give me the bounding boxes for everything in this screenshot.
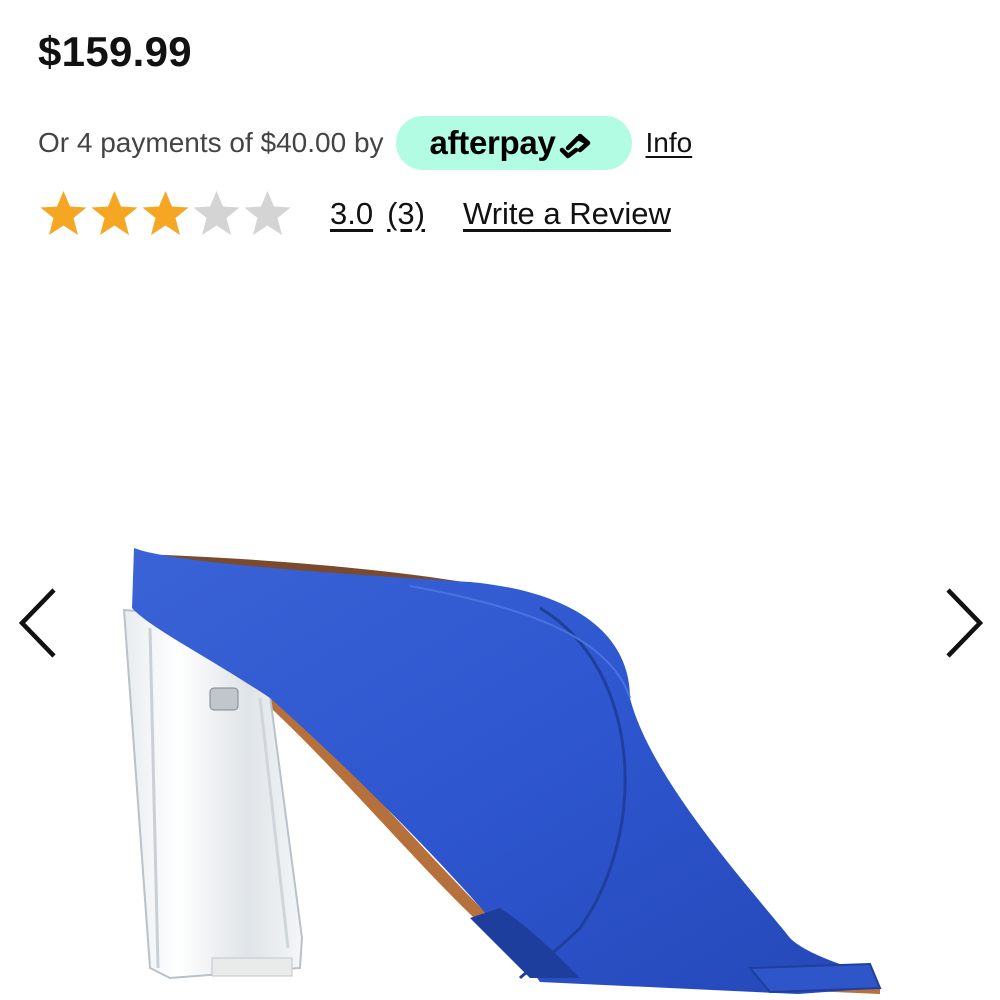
chevron-right-icon [946, 588, 984, 658]
star-filled-icon [140, 189, 191, 239]
star-empty-icon [191, 189, 242, 239]
installment-text: Or 4 payments of $40.00 by [38, 127, 384, 158]
write-review-link[interactable]: Write a Review [463, 196, 671, 232]
afterpay-info-link[interactable]: Info [646, 127, 693, 159]
afterpay-badge[interactable]: afterpay [395, 116, 632, 170]
product-image-carousel [0, 280, 1000, 1000]
rating-value-link[interactable]: 3.0 [330, 196, 373, 232]
afterpay-logo-text: afterpay [429, 124, 556, 161]
afterpay-row: Or 4 payments of $40.00 by afterpay Info [38, 116, 692, 170]
review-count-link[interactable]: (3) [387, 196, 425, 232]
star-rating [38, 189, 293, 239]
product-price: $159.99 [38, 28, 192, 75]
chevron-left-icon [18, 588, 56, 658]
product-image[interactable] [110, 548, 890, 1000]
star-filled-icon [89, 189, 140, 239]
afterpay-arrows-icon [559, 133, 590, 159]
star-empty-icon [242, 189, 293, 239]
carousel-next-button[interactable] [932, 578, 992, 668]
product-detail-page: $159.99 Or 4 payments of $40.00 by after… [0, 0, 1000, 1000]
carousel-prev-button[interactable] [10, 578, 70, 668]
rating-row: 3.0 (3) Write a Review [38, 188, 671, 240]
star-filled-icon [38, 189, 89, 239]
